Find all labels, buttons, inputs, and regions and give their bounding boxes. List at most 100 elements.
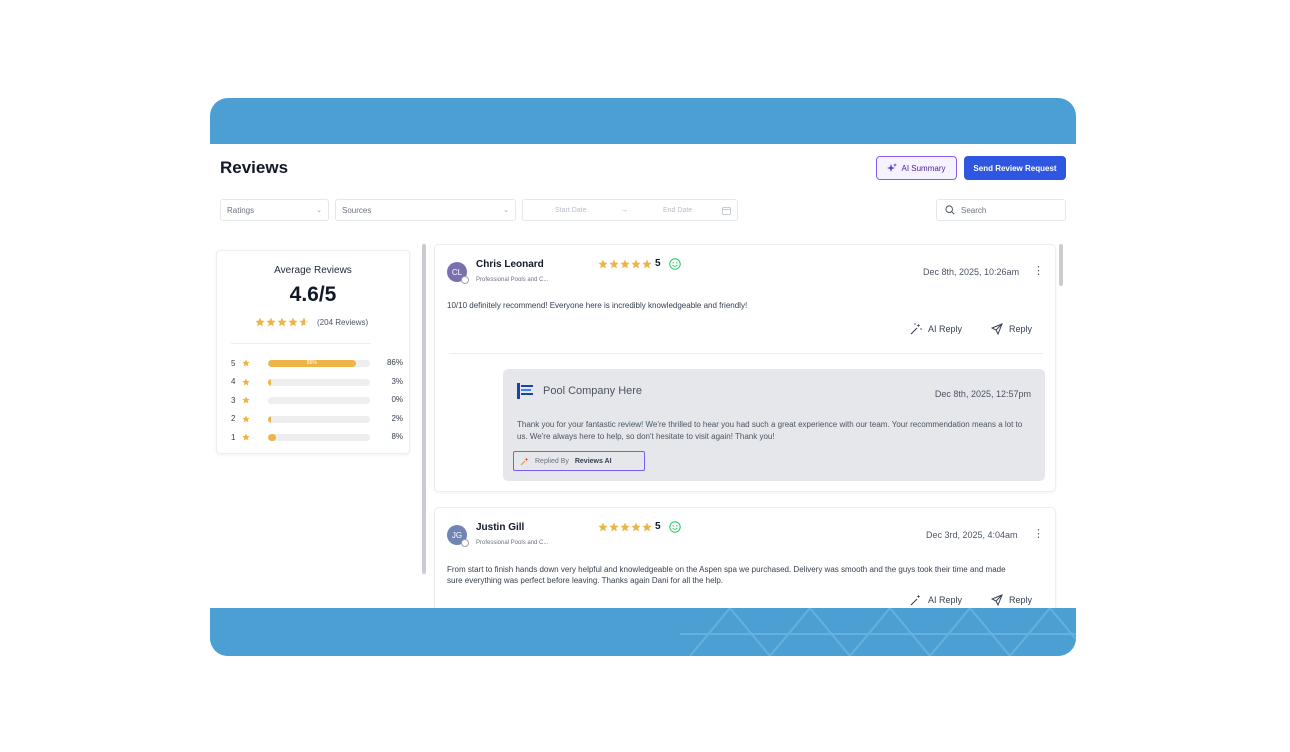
rating-progress-fill	[268, 378, 272, 386]
divider	[449, 353, 1043, 354]
ratings-select[interactable]: Ratings ⌄	[220, 199, 329, 221]
rating-progress-fill	[268, 434, 277, 441]
browser-frame: Reviews AI Summary Send Review Request R…	[210, 98, 1076, 656]
reviewer-company: Professional Pools and C...	[476, 277, 549, 283]
average-reviews-title: Average Reviews	[274, 265, 352, 276]
star-icon	[642, 259, 652, 269]
review-stars	[598, 259, 652, 269]
source-badge-icon	[461, 276, 469, 284]
search-box[interactable]: Search	[936, 199, 1066, 221]
review-rating: 5	[655, 521, 661, 532]
start-date-input[interactable]: Start Date	[555, 207, 587, 214]
calendar-icon	[722, 207, 731, 215]
sources-select-label: Sources	[342, 205, 372, 215]
search-input[interactable]: Search	[961, 206, 986, 215]
reply-button[interactable]: Reply	[991, 323, 1032, 335]
replied-by-badge: Replied By Reviews AI	[513, 451, 645, 471]
average-reviews-card: Average Reviews 4.6/5 (204 Reviews) 5 86%…	[216, 250, 410, 454]
star-level-label: 5	[231, 358, 236, 368]
rating-progress-bar: 86%	[268, 360, 370, 367]
star-icon	[299, 317, 309, 327]
response-date: Dec 8th, 2025, 12:57pm	[934, 389, 1031, 399]
kebab-icon[interactable]: ⋮	[1033, 527, 1044, 540]
send-icon	[991, 323, 1003, 335]
reviewer-name[interactable]: Justin Gill	[476, 522, 524, 533]
star-icon	[598, 522, 608, 532]
ai-reply-button[interactable]: AI Reply	[910, 323, 962, 335]
source-badge-icon	[461, 539, 469, 547]
magic-wand-icon	[520, 457, 529, 465]
ai-reply-label: AI Reply	[928, 324, 963, 334]
rating-percent: 3%	[391, 376, 403, 386]
end-date-input[interactable]: End Date	[663, 207, 692, 214]
ai-summary-button[interactable]: AI Summary	[876, 156, 957, 180]
star-icon	[609, 522, 619, 532]
arrow-right-icon: →	[621, 206, 628, 214]
rating-distribution-row: 4 3%	[231, 376, 403, 388]
review-rating: 5	[655, 258, 661, 269]
reply-label: Reply	[1009, 324, 1033, 334]
reply-button[interactable]: Reply	[991, 594, 1032, 606]
reviews-app: Reviews AI Summary Send Review Request R…	[210, 144, 1076, 608]
rating-percent: 0%	[391, 395, 403, 404]
ratings-select-label: Ratings	[227, 205, 255, 215]
page-title: Reviews	[220, 158, 289, 177]
star-icon	[242, 414, 250, 423]
star-icon	[242, 377, 250, 386]
smiley-icon	[669, 521, 681, 533]
chevron-down-icon: ⌄	[503, 207, 509, 214]
rating-progress-fill: 86%	[268, 360, 356, 367]
star-icon	[631, 522, 641, 532]
star-icon	[288, 317, 298, 327]
star-icon	[242, 433, 250, 441]
review-card: CL Chris Leonard Professional Pools and …	[434, 244, 1056, 492]
star-rating	[255, 317, 309, 327]
star-icon	[242, 359, 250, 367]
rating-distribution-row: 1 8%	[231, 431, 403, 443]
rating-percent: 2%	[391, 413, 403, 423]
sources-select[interactable]: Sources ⌄	[335, 199, 516, 221]
replied-by-prefix: Replied By	[535, 457, 569, 465]
star-icon	[277, 317, 287, 327]
star-level-label: 4	[231, 377, 236, 386]
star-icon	[620, 522, 630, 532]
reviewer-name[interactable]: Chris Leonard	[476, 259, 544, 270]
star-icon	[598, 259, 608, 269]
business-response: Pool Company Here Dec 8th, 2025, 12:57pm…	[503, 369, 1045, 481]
rating-distribution-row: 2 2%	[231, 413, 403, 425]
average-stars: (204 Reviews)	[255, 317, 368, 327]
decorative-pattern	[680, 608, 1076, 656]
star-icon	[242, 396, 250, 404]
decorative-band	[210, 608, 1076, 656]
kebab-icon[interactable]: ⋮	[1033, 264, 1044, 277]
smiley-icon	[669, 258, 681, 270]
rating-progress-bar	[268, 397, 370, 404]
star-level-label: 2	[231, 414, 236, 423]
date-range-picker[interactable]: Start Date → End Date	[522, 199, 738, 221]
review-stars	[598, 522, 652, 532]
rating-progress-bar	[268, 415, 370, 423]
rating-progress-bar	[268, 434, 370, 441]
review-date: Dec 8th, 2025, 10:26am	[923, 267, 1020, 277]
avatar: JG	[447, 525, 469, 547]
sparkles-icon	[887, 163, 898, 172]
company-logo-icon	[517, 383, 533, 399]
star-level-label: 3	[231, 395, 236, 405]
review-count: (204 Reviews)	[317, 317, 369, 327]
response-text: Thank you for your fantastic review! We'…	[517, 420, 1023, 441]
rating-percent: 8%	[391, 432, 403, 441]
review-card: JG Justin Gill Professional Pools and C.…	[434, 507, 1056, 608]
summary-scrollbar[interactable]	[422, 244, 426, 574]
review-date: Dec 3rd, 2025, 4:04am	[926, 530, 1018, 540]
response-company-name: Pool Company Here	[543, 385, 643, 397]
average-rating-value: 4.6/5	[289, 283, 337, 306]
rating-distribution-row: 5 86% 86%	[231, 357, 403, 369]
ai-reply-button[interactable]: AI Reply	[910, 594, 962, 606]
magic-wand-icon	[910, 323, 922, 335]
ai-summary-label: AI Summary	[901, 163, 946, 173]
reviews-scrollbar[interactable]	[1059, 244, 1063, 286]
magic-wand-icon	[910, 594, 921, 606]
star-level-label: 1	[231, 432, 236, 442]
star-icon	[620, 259, 630, 269]
send-review-request-button[interactable]: Send Review Request	[964, 156, 1066, 180]
